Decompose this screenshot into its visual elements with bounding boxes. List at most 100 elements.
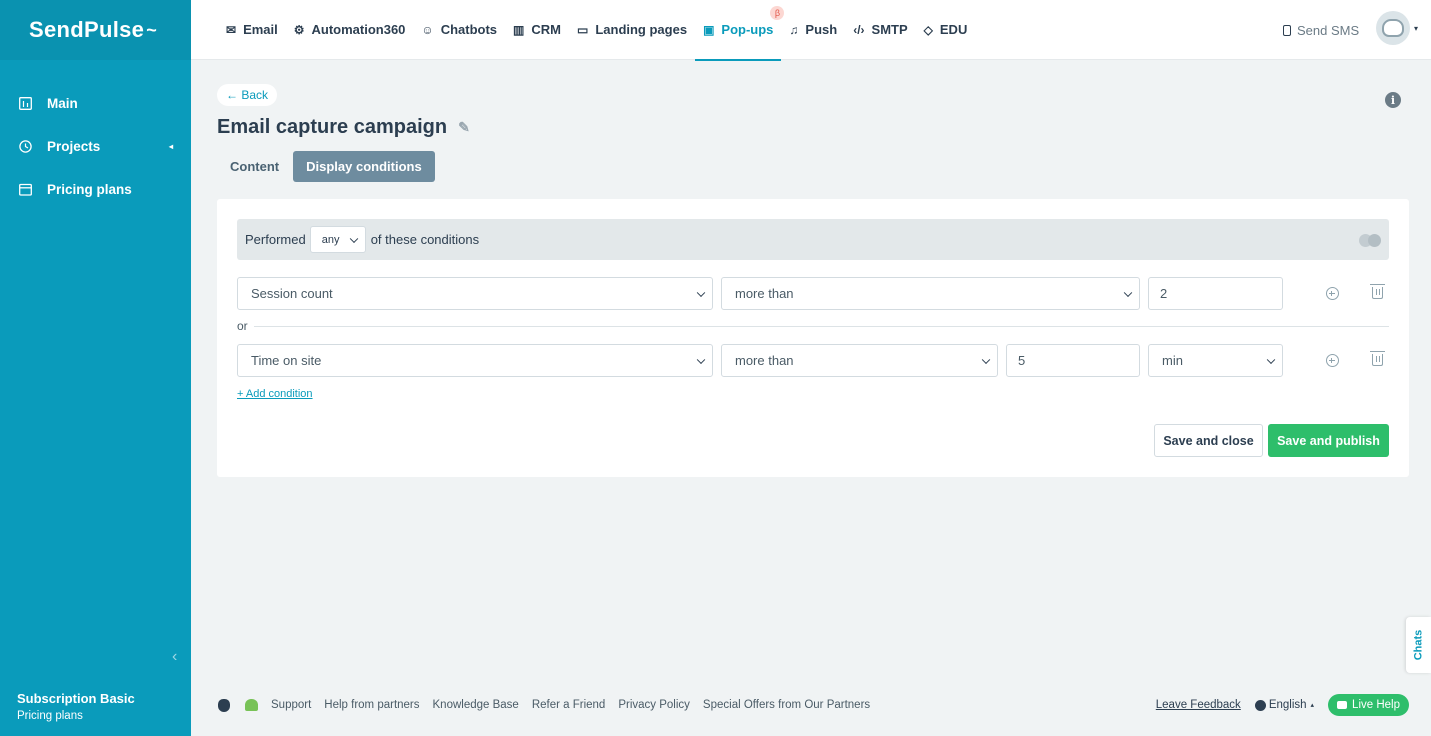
nav-label: Email bbox=[243, 22, 278, 37]
send-sms-label: Send SMS bbox=[1297, 22, 1360, 38]
performed-bar: Performed any of these conditions bbox=[237, 219, 1389, 260]
globe-icon bbox=[1254, 699, 1266, 711]
sidebar-item-pricing-plans[interactable]: Pricing plans bbox=[0, 168, 191, 211]
sidebar: SendPulse ~ Main Projects ◂ Pricing plan… bbox=[0, 0, 191, 736]
chevron-down-icon bbox=[349, 234, 358, 243]
nav-push[interactable]: ♫ Push bbox=[781, 0, 845, 60]
footer-link-help-partners[interactable]: Help from partners bbox=[324, 699, 419, 711]
nav-crm[interactable]: ▥ CRM bbox=[505, 0, 569, 60]
tabs: Content Display conditions bbox=[217, 151, 435, 182]
nav-email[interactable]: ✉ Email bbox=[218, 0, 286, 60]
condition-value: 5 bbox=[1018, 353, 1026, 368]
send-sms-button[interactable]: Send SMS bbox=[1283, 0, 1359, 60]
condition-field-value: Time on site bbox=[251, 353, 322, 368]
automation-icon: ⚙ bbox=[293, 22, 305, 37]
pricing-icon bbox=[18, 183, 32, 197]
android-icon[interactable] bbox=[244, 698, 258, 712]
condition-unit-value: min bbox=[1162, 353, 1183, 368]
condition-operator-value: more than bbox=[735, 353, 794, 368]
footer-link-refer-friend[interactable]: Refer a Friend bbox=[532, 699, 606, 711]
condition-field-value: Session count bbox=[251, 286, 333, 301]
save-and-close-button[interactable]: Save and close bbox=[1154, 424, 1263, 457]
sidebar-item-label: Projects bbox=[47, 139, 101, 154]
condition-operator-select[interactable]: more than bbox=[721, 344, 998, 377]
chat-bubble-icon bbox=[1337, 701, 1348, 709]
chevron-down-icon bbox=[696, 355, 706, 364]
chevron-down-icon bbox=[1123, 288, 1133, 297]
nav-label: Pop-ups bbox=[721, 22, 774, 37]
nav-smtp[interactable]: ‹/› SMTP bbox=[845, 0, 915, 60]
conditions-card: Performed any of these conditions Sessio… bbox=[217, 199, 1409, 477]
leave-feedback-link[interactable]: Leave Feedback bbox=[1156, 699, 1241, 711]
popups-icon: ▣ bbox=[703, 22, 715, 37]
info-icon[interactable]: i bbox=[1385, 92, 1401, 108]
nav-label: Landing pages bbox=[595, 22, 688, 37]
apple-icon[interactable] bbox=[217, 698, 231, 712]
nav-edu[interactable]: ◇ EDU bbox=[916, 0, 976, 60]
chevron-down-icon[interactable]: ▾ bbox=[1414, 24, 1418, 33]
or-divider: or bbox=[237, 319, 1389, 333]
crm-icon: ▥ bbox=[513, 22, 525, 37]
sidebar-item-main[interactable]: Main bbox=[0, 82, 191, 125]
nav-automation360[interactable]: ⚙ Automation360 bbox=[286, 0, 414, 60]
caret-up-icon: ▴ bbox=[1310, 702, 1315, 709]
footer-link-privacy-policy[interactable]: Privacy Policy bbox=[618, 699, 690, 711]
add-condition-link[interactable]: + Add condition bbox=[237, 388, 313, 400]
projects-icon bbox=[18, 140, 32, 154]
pencil-icon[interactable]: ✎ bbox=[458, 119, 470, 136]
chats-tab-label: Chats bbox=[1412, 629, 1425, 661]
live-help-button[interactable]: Live Help bbox=[1328, 694, 1409, 716]
sidebar-item-projects[interactable]: Projects ◂ bbox=[0, 125, 191, 168]
chats-tab[interactable]: Chats bbox=[1406, 617, 1431, 673]
or-label: or bbox=[237, 319, 248, 333]
live-help-label: Live Help bbox=[1352, 699, 1400, 711]
footer-link-support[interactable]: Support bbox=[271, 699, 311, 711]
page-title-text: Email capture campaign bbox=[217, 116, 448, 138]
add-condition-icon[interactable] bbox=[1324, 285, 1340, 301]
nav-label: Automation360 bbox=[311, 22, 406, 37]
bell-icon: ♫ bbox=[789, 22, 799, 37]
dashboard-icon bbox=[18, 97, 32, 111]
tab-display-conditions[interactable]: Display conditions bbox=[293, 151, 435, 182]
nav-chatbots[interactable]: ☺ Chatbots bbox=[413, 0, 505, 60]
collapse-sidebar-icon[interactable]: ‹ bbox=[172, 648, 177, 666]
landing-icon: ▭ bbox=[576, 22, 589, 37]
chevron-down-icon bbox=[1266, 355, 1276, 364]
footer-link-special-offers[interactable]: Special Offers from Our Partners bbox=[703, 699, 870, 711]
chevron-down-icon bbox=[981, 355, 991, 364]
top-nav: ✉ Email ⚙ Automation360 ☺ Chatbots ▥ CRM ▭ La… bbox=[218, 0, 976, 61]
nav-label: EDU bbox=[939, 22, 968, 37]
condition-value: 2 bbox=[1160, 286, 1168, 301]
add-condition-icon[interactable] bbox=[1324, 352, 1340, 368]
trash-icon[interactable] bbox=[1369, 350, 1385, 366]
page-title: Email capture campaign ✎ bbox=[217, 116, 470, 139]
condition-field-select[interactable]: Session count bbox=[237, 277, 713, 310]
save-and-publish-button[interactable]: Save and publish bbox=[1268, 424, 1389, 457]
condition-value-input[interactable]: 5 bbox=[1006, 344, 1140, 377]
match-mode-select[interactable]: any bbox=[309, 226, 366, 253]
tab-content[interactable]: Content bbox=[217, 151, 292, 182]
condition-unit-select[interactable]: min bbox=[1148, 344, 1283, 377]
language-select[interactable]: English ▴ bbox=[1254, 699, 1315, 711]
phone-icon bbox=[1283, 24, 1291, 36]
sendpulse-logo[interactable]: SendPulse ~ bbox=[0, 0, 191, 60]
subscription-info: Subscription Basic Pricing plans bbox=[17, 691, 135, 722]
graduation-icon: ◇ bbox=[923, 22, 933, 37]
condition-operator-select[interactable]: more than bbox=[721, 277, 1140, 310]
code-icon: ‹/› bbox=[853, 22, 865, 37]
conditions-toggle[interactable] bbox=[1359, 234, 1381, 247]
condition-field-select[interactable]: Time on site bbox=[237, 344, 713, 377]
envelope-icon: ✉ bbox=[226, 22, 237, 37]
nav-label: Push bbox=[805, 22, 838, 37]
avatar[interactable] bbox=[1376, 11, 1410, 45]
back-button[interactable]: ← Back bbox=[217, 84, 278, 106]
nav-landing-pages[interactable]: ▭ Landing pages bbox=[569, 0, 695, 60]
nav-pop-ups[interactable]: ▣ Pop-ups β bbox=[695, 0, 785, 61]
subscription-title: Subscription Basic bbox=[17, 691, 135, 706]
footer-link-knowledge-base[interactable]: Knowledge Base bbox=[433, 699, 519, 711]
conditions-suffix-label: of these conditions bbox=[370, 232, 480, 247]
avatar-face-icon bbox=[1382, 19, 1404, 37]
pricing-plans-link[interactable]: Pricing plans bbox=[17, 710, 135, 722]
condition-value-input[interactable]: 2 bbox=[1148, 277, 1283, 310]
trash-icon[interactable] bbox=[1369, 283, 1385, 299]
